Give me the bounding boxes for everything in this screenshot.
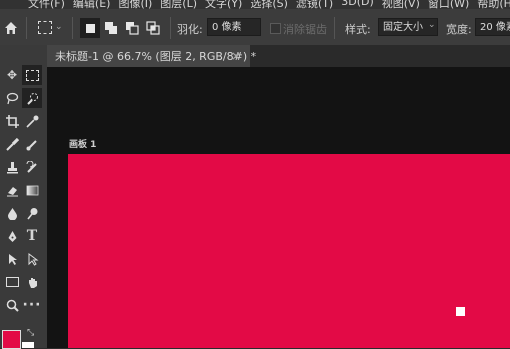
pen-icon[interactable] [2, 226, 22, 246]
rectangle-icon[interactable] [2, 272, 22, 292]
eyedropper-icon[interactable] [22, 111, 42, 131]
white-square-shape[interactable] [456, 307, 465, 316]
divider [26, 17, 27, 39]
eraser-icon[interactable] [2, 180, 22, 200]
antialias-checkbox[interactable] [270, 23, 281, 34]
blur-icon[interactable] [2, 203, 22, 223]
menu-item[interactable]: 窗口(W) [428, 0, 469, 9]
options-bar: ⌄ 羽化: 0 像素 消除锯齿 样式: 固定大小 ⌄ 宽度: 20 像素 [0, 9, 510, 46]
style-select-value: 固定大小 [383, 22, 423, 33]
subtract-selection-icon[interactable] [122, 18, 142, 38]
tools-panel: ✥ T ··· ⤡ [0, 45, 48, 349]
menu-item[interactable]: 图层(L) [160, 0, 197, 9]
hand-icon[interactable] [22, 272, 42, 292]
artboard-canvas[interactable] [68, 154, 510, 348]
canvas-workspace[interactable]: 画板 1 [47, 67, 510, 348]
menu-bar: 文件(F) 编辑(E) 图像(I) 图层(L) 文字(Y) 选择(S) 滤镜(T) 3D(D)… [0, 0, 510, 9]
menu-item[interactable]: 文字(Y) [205, 0, 242, 9]
quick-select-icon[interactable] [22, 88, 42, 108]
move-icon[interactable]: ✥ [2, 65, 22, 85]
rect-marquee-icon[interactable] [38, 21, 52, 34]
width-input[interactable]: 20 像素 [475, 18, 510, 36]
rect-marquee-icon[interactable] [22, 65, 42, 85]
menu-item[interactable]: 帮助(H) [477, 0, 510, 9]
chevron-down-icon[interactable]: ⌄ [428, 20, 436, 30]
divider [72, 17, 73, 39]
healing-brush-icon[interactable] [2, 134, 22, 154]
menu-item[interactable]: 文件(F) [28, 0, 65, 9]
lasso-icon[interactable] [2, 88, 22, 108]
document-tab[interactable]: 未标题-1 @ 66.7% (图层 2, RGB/8#) * × [47, 45, 256, 67]
more-icon[interactable]: ··· [22, 295, 42, 315]
new-selection-icon[interactable] [80, 18, 100, 38]
divider [334, 17, 335, 39]
menu-item[interactable]: 3D(D) [341, 0, 374, 9]
menu-item[interactable]: 编辑(E) [73, 0, 111, 9]
artboard-label[interactable]: 画板 1 [69, 137, 96, 150]
style-label: 样式: [345, 23, 371, 36]
dodge-icon[interactable] [22, 203, 42, 223]
path-select-icon[interactable] [2, 249, 22, 269]
add-selection-icon[interactable] [101, 18, 121, 38]
gradient-icon[interactable] [22, 180, 42, 200]
swap-colors-icon[interactable]: ⤡ [27, 328, 34, 338]
direct-select-icon[interactable] [22, 249, 42, 269]
intersect-selection-icon[interactable] [143, 18, 163, 38]
feather-label: 羽化: [177, 23, 203, 36]
background-color-swatch[interactable] [22, 342, 34, 348]
zoom-icon[interactable] [2, 295, 22, 315]
brush-icon[interactable] [22, 134, 42, 154]
divider [170, 17, 171, 39]
document-tab-title: 未标题-1 @ 66.7% (图层 2, RGB/8#) * [55, 50, 257, 63]
chevron-down-icon[interactable]: ⌄ [55, 22, 63, 32]
menu-item[interactable]: 视图(V) [382, 0, 420, 9]
document-tabs: 未标题-1 @ 66.7% (图层 2, RGB/8#) * × [47, 45, 510, 67]
clone-stamp-icon[interactable] [2, 157, 22, 177]
foreground-color-swatch[interactable] [2, 330, 21, 349]
antialias-label: 消除锯齿 [283, 23, 327, 36]
menu-item[interactable]: 选择(S) [250, 0, 288, 9]
menu-item[interactable]: 图像(I) [118, 0, 152, 9]
type-icon[interactable]: T [22, 226, 42, 246]
home-icon[interactable] [4, 21, 18, 35]
width-label: 宽度: [446, 23, 472, 36]
crop-icon[interactable] [2, 111, 22, 131]
history-brush-icon[interactable] [22, 157, 42, 177]
feather-input[interactable]: 0 像素 [207, 18, 261, 36]
close-icon[interactable]: × [231, 49, 241, 63]
menu-item[interactable]: 滤镜(T) [296, 0, 333, 9]
